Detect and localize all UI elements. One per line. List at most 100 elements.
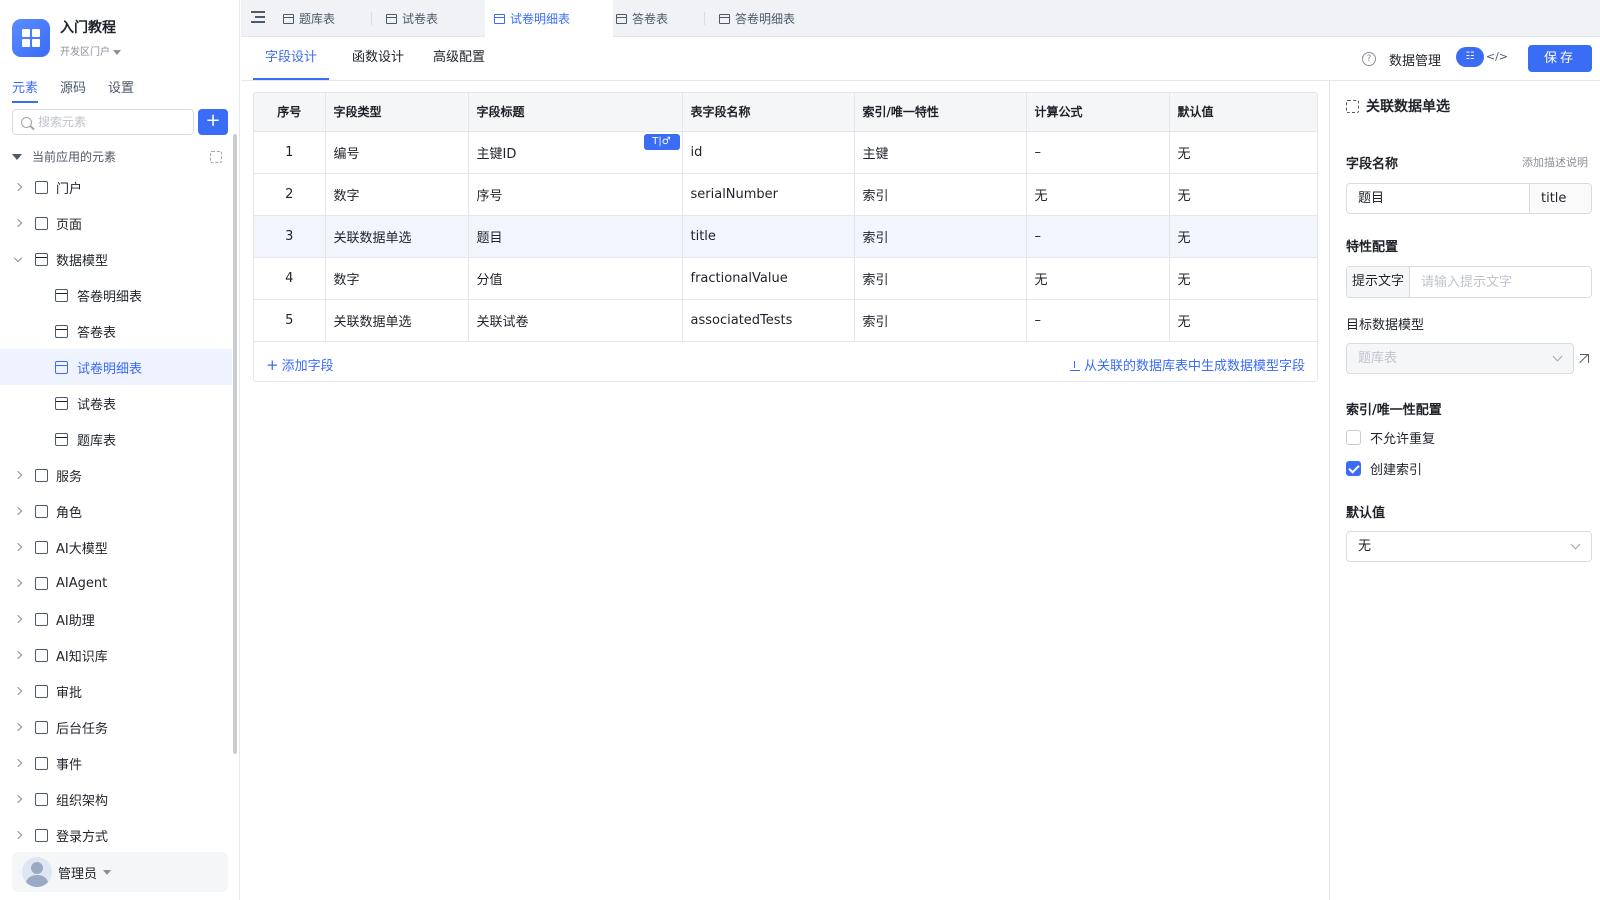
cell-column: id <box>682 131 855 174</box>
sidebar-item-ai-agent[interactable]: AIAgent <box>0 565 232 601</box>
chevron-right-icon[interactable] <box>13 470 23 480</box>
sidebar-item-org[interactable]: 组织架构 <box>0 781 232 817</box>
file-tab-question-bank[interactable]: 题库表 <box>283 0 373 37</box>
chevron-right-icon[interactable] <box>13 506 23 516</box>
hint-text-input[interactable] <box>1410 267 1591 297</box>
sidebar-item-approval[interactable]: 审批 <box>0 673 232 709</box>
search-input[interactable] <box>38 115 188 129</box>
sidebar-item-events[interactable]: 事件 <box>0 745 232 781</box>
sidebar-item-ai-knowledge[interactable]: AI知识库 <box>0 637 232 673</box>
add-description-link[interactable]: 添加描述说明 <box>1522 154 1588 170</box>
open-external-icon[interactable] <box>1580 354 1589 363</box>
checkbox-icon[interactable] <box>1346 430 1361 445</box>
field-name-input[interactable]: 题目 title <box>1346 183 1592 214</box>
chevron-right-icon[interactable] <box>13 542 23 552</box>
collapse-sidebar-icon[interactable] <box>251 11 265 23</box>
cell-type: 编号 <box>325 131 469 174</box>
create-index-checkbox[interactable]: 创建索引 <box>1346 459 1422 478</box>
chevron-right-icon[interactable] <box>13 794 23 804</box>
field-title-input[interactable]: 题目 <box>1347 184 1529 213</box>
cell-title-text: 主键ID <box>476 146 517 162</box>
help-icon[interactable]: ? <box>1362 52 1376 66</box>
table-row[interactable]: 4 数字 分值 fractionalValue 索引 无 无 <box>254 257 1317 300</box>
chevron-right-icon[interactable] <box>13 578 23 588</box>
cell-index: 5 <box>254 299 326 342</box>
chevron-down-icon <box>1552 351 1563 362</box>
field-key-input[interactable]: title <box>1529 184 1591 213</box>
user-menu[interactable]: 管理员 <box>12 852 228 892</box>
tab-function-design[interactable]: 函数设计 <box>340 37 416 80</box>
collapse-all-icon[interactable] <box>210 150 222 163</box>
sidebar-item-paper[interactable]: 试卷表 <box>0 385 232 421</box>
sidebar-item-ai-model[interactable]: AI大模型 <box>0 529 232 565</box>
sidebar-item-answer-detail[interactable]: 答卷明细表 <box>0 277 232 313</box>
cell-type: 数字 <box>325 173 469 216</box>
sidebar-item-data-model[interactable]: 数据模型 <box>0 241 232 277</box>
table-row[interactable]: 2 数字 序号 serialNumber 索引 无 无 <box>254 173 1317 216</box>
chevron-right-icon[interactable] <box>13 686 23 696</box>
chevron-down-icon[interactable] <box>13 253 23 263</box>
table-icon <box>616 13 627 24</box>
chevron-right-icon[interactable] <box>13 722 23 732</box>
generate-fields-link[interactable]: 从关联的数据库表中生成数据模型字段 <box>1069 355 1305 374</box>
table-row-selected[interactable]: 3 关联数据单选 题目 title 索引 – 无 <box>254 215 1317 258</box>
panel-title: 关联数据单选 <box>1346 96 1450 116</box>
chevron-right-icon[interactable] <box>13 758 23 768</box>
sidebar-item-paper-detail[interactable]: 试卷明细表 <box>0 349 232 385</box>
sidebar-item-ai-assistant[interactable]: AI助理 <box>0 601 232 637</box>
cell-index-unique: 主键 <box>854 131 1027 174</box>
sidebar-item-background-task[interactable]: 后台任务 <box>0 709 232 745</box>
portal-selector[interactable]: 开发区门户 <box>60 43 121 58</box>
code-view-icon[interactable]: </> <box>1484 47 1510 67</box>
target-model-select[interactable]: 题库表 <box>1346 343 1574 374</box>
book-icon <box>35 648 48 662</box>
file-tab-paper[interactable]: 试卷表 <box>386 0 476 37</box>
sidebar-item-portal[interactable]: 门户 <box>0 169 232 205</box>
sidebar-scrollbar[interactable] <box>233 134 237 754</box>
sidebar-item-login[interactable]: 登录方式 <box>0 817 232 853</box>
sidebar-item-roles[interactable]: 角色 <box>0 493 232 529</box>
user-group-icon <box>35 504 48 518</box>
cell-default: 无 <box>1169 131 1317 174</box>
sidebar-item-pages[interactable]: 页面 <box>0 205 232 241</box>
table-footer: + 添加字段 从关联的数据库表中生成数据模型字段 <box>254 347 1317 381</box>
tab-settings[interactable]: 设置 <box>108 77 134 103</box>
add-field-button[interactable]: + 添加字段 <box>266 355 334 374</box>
data-manage-label[interactable]: 数据管理 <box>1389 50 1441 69</box>
section-title: 当前应用的元素 <box>32 150 117 164</box>
file-tab-answer-detail[interactable]: 答卷明细表 <box>719 0 829 37</box>
chevron-right-icon[interactable] <box>13 182 23 192</box>
stamp-icon <box>35 684 48 698</box>
add-element-button[interactable]: + <box>198 109 228 135</box>
app-name: 入门教程 <box>60 20 116 36</box>
design-view-icon[interactable]: ☷ <box>1456 47 1484 67</box>
sidebar-item-label: 门户 <box>56 181 83 197</box>
table-row[interactable]: 5 关联数据单选 关联试卷 associatedTests 索引 – 无 <box>254 299 1317 342</box>
current-app-elements-header[interactable]: 当前应用的元素 <box>12 148 222 165</box>
table-row[interactable]: 1 编号 主键ID T|♂ id 主键 – 无 <box>254 131 1317 174</box>
save-button[interactable]: 保存 <box>1528 45 1592 72</box>
chevron-right-icon[interactable] <box>13 830 23 840</box>
tab-elements[interactable]: 元素 <box>12 77 39 103</box>
file-tab-paper-detail[interactable]: 试卷明细表 <box>485 0 613 37</box>
cell-type: 关联数据单选 <box>325 299 469 342</box>
checkbox-checked-icon[interactable] <box>1346 461 1361 476</box>
file-tab-answer-sheet[interactable]: 答卷表 <box>616 0 706 37</box>
tab-source[interactable]: 源码 <box>60 77 86 103</box>
default-value-text: 无 <box>1358 539 1372 554</box>
feature-config-label: 特性配置 <box>1346 240 1399 255</box>
chevron-right-icon[interactable] <box>13 650 23 660</box>
view-toggle[interactable]: ☷ </> <box>1456 47 1512 69</box>
chevron-right-icon[interactable] <box>13 614 23 624</box>
field-badge-icon[interactable]: T|♂ <box>643 133 680 150</box>
sidebar-item-question-bank[interactable]: 题库表 <box>0 421 232 457</box>
cell-column: fractionalValue <box>682 257 855 300</box>
sidebar-item-answer-sheet[interactable]: 答卷表 <box>0 313 232 349</box>
sidebar-item-services[interactable]: 服务 <box>0 457 232 493</box>
no-duplicate-checkbox[interactable]: 不允许重复 <box>1346 428 1435 447</box>
chevron-right-icon[interactable] <box>13 218 23 228</box>
tab-field-design[interactable]: 字段设计 <box>253 37 330 80</box>
app-header[interactable]: 入门教程 开发区门户 <box>12 17 121 58</box>
default-value-select[interactable]: 无 <box>1346 531 1592 562</box>
tab-advanced-config[interactable]: 高级配置 <box>421 37 497 80</box>
